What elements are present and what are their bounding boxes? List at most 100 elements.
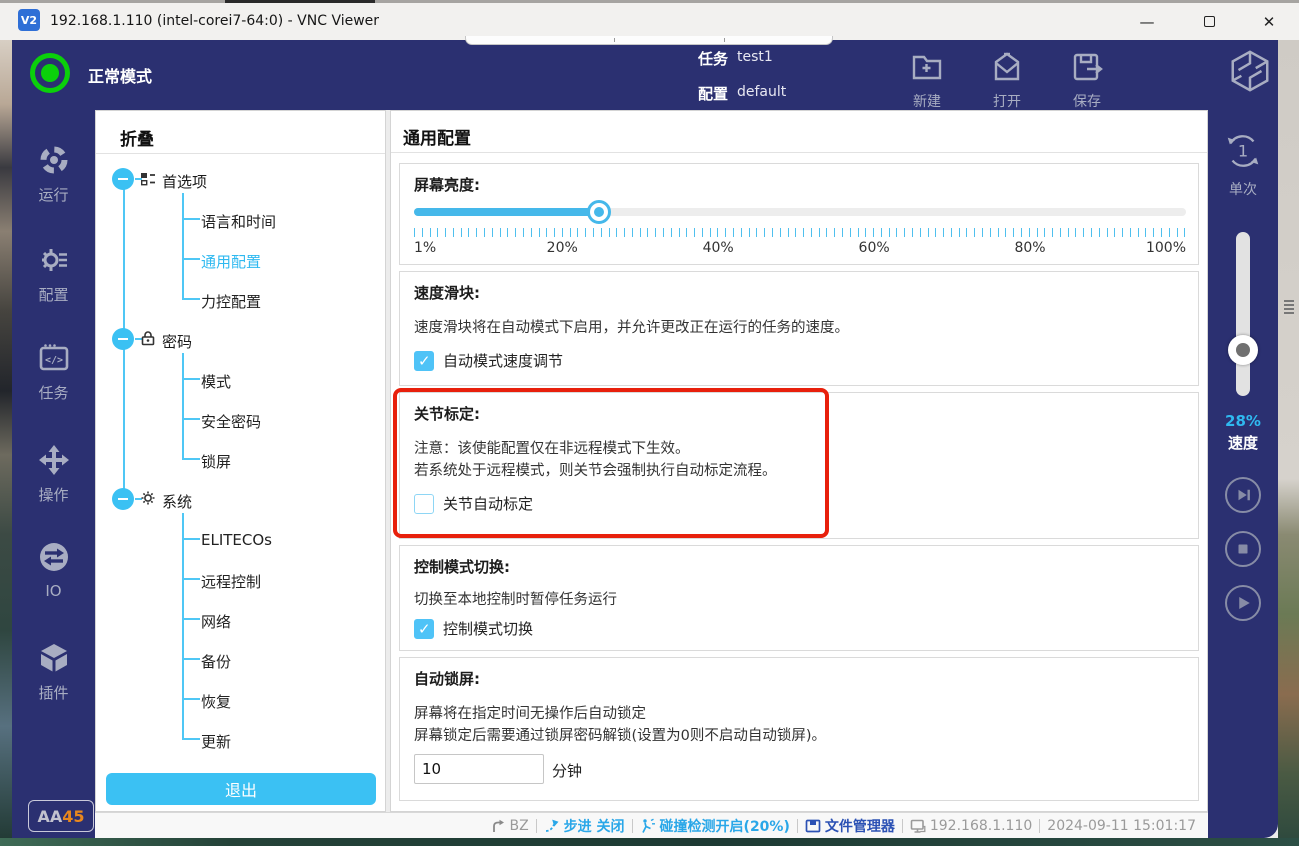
checkbox-label: 自动模式速度调节 (443, 350, 563, 371)
step-mode-label: 步进 关闭 (564, 816, 625, 836)
brightness-handle[interactable] (587, 200, 611, 224)
brightness-ticks (414, 228, 1186, 237)
tree-item-mode[interactable]: 模式 (201, 371, 231, 392)
speed-percent: 28% (1208, 412, 1278, 430)
tree-line (182, 458, 200, 460)
checkbox-icon[interactable] (414, 351, 434, 371)
tree-item-preferences[interactable]: 首选项 (162, 171, 207, 192)
titlebar[interactable]: V2 192.168.1.110 (intel-corei7-64:0) - V… (0, 3, 1299, 40)
mode-text: 正常模式 (88, 63, 152, 87)
tree-toggle-system[interactable] (112, 488, 134, 510)
file-manager-label: 文件管理器 (825, 816, 895, 836)
tree-line (182, 738, 200, 740)
minutes-unit-label: 分钟 (552, 760, 582, 781)
tree-line (182, 698, 200, 700)
speed-slider-vertical[interactable] (1236, 232, 1250, 396)
tree-item-network[interactable]: 网络 (201, 611, 231, 632)
sidebar-item-run[interactable]: 运行 (12, 144, 95, 205)
checkbox-icon[interactable] (414, 619, 434, 639)
tree-toggle-password[interactable] (112, 328, 134, 350)
step-mode-indicator[interactable]: 步进 关闭 (544, 816, 625, 836)
tree-item-language-time[interactable]: 语言和时间 (201, 211, 276, 232)
step-icon (544, 818, 560, 834)
single-cycle-label: 单次 (1229, 179, 1257, 199)
bz-icon (491, 819, 505, 833)
cube-icon (38, 642, 70, 678)
target-icon (38, 144, 70, 180)
sidebar-item-task[interactable]: </> 任务 (12, 342, 95, 403)
tree-item-force-config[interactable]: 力控配置 (201, 291, 261, 312)
sidebar-item-io[interactable]: IO (12, 540, 95, 600)
collision-icon (640, 818, 656, 834)
tree-item-general-config[interactable]: 通用配置 (201, 251, 261, 272)
step-run-button[interactable] (1225, 477, 1261, 513)
right-control-bar: 1 单次 28% 速度 (1208, 110, 1278, 838)
section-label: 速度滑块: (414, 282, 480, 303)
collision-detection-indicator[interactable]: 碰撞检测开启(20%) (640, 816, 790, 836)
separator (632, 819, 633, 833)
close-icon: ✕ (1263, 13, 1276, 31)
minimize-button[interactable]: — (1118, 3, 1176, 40)
brightness-slider[interactable] (414, 208, 1186, 216)
tree-toggle-preferences[interactable] (112, 168, 134, 190)
single-cycle-icon: 1 (1222, 130, 1264, 176)
vnc-app-icon: V2 (18, 9, 40, 31)
gear-list-icon (38, 244, 70, 280)
tree-item-update[interactable]: 更新 (201, 731, 231, 752)
sidebar-item-plugin[interactable]: 插件 (12, 642, 95, 703)
status-bar: BZ 步进 关闭 碰撞检测开启(20%) 文件管理器 192.168.1.110… (95, 812, 1208, 838)
tree-item-backup[interactable]: 备份 (201, 651, 231, 672)
single-cycle-button[interactable]: 1 单次 (1208, 130, 1278, 199)
tree-item-system[interactable]: 系统 (162, 491, 192, 512)
section-label: 屏幕亮度: (414, 174, 480, 195)
mode-indicator-icon[interactable] (30, 53, 70, 93)
bz-indicator[interactable]: BZ (491, 818, 528, 834)
checkbox-icon[interactable] (414, 494, 434, 514)
desktop-edge-right (1278, 40, 1299, 838)
sidebar-item-operate[interactable]: 操作 (12, 444, 95, 505)
auto-speed-checkbox-row[interactable]: 自动模式速度调节 (414, 350, 563, 371)
lock-minutes-input[interactable] (414, 754, 544, 784)
tree-item-elitecos[interactable]: ELITECOs (201, 531, 272, 549)
datetime: 2024-09-11 15:01:17 (1047, 818, 1196, 834)
tree-item-lock-screen[interactable]: 锁屏 (201, 451, 231, 472)
sidebar-label: IO (45, 582, 61, 600)
sidebar-label: 任务 (38, 382, 68, 403)
section-note-line1: 注意：该使能配置仅在非远程模式下生效。 (414, 437, 690, 458)
speed-label: 速度 (1208, 432, 1278, 453)
tree-collapse-button[interactable]: 折叠 (120, 125, 154, 150)
exit-button[interactable]: 退出 (106, 773, 376, 805)
close-button[interactable]: ✕ (1240, 3, 1298, 40)
robot-name-badge[interactable]: AA45 (28, 800, 94, 832)
control-mode-checkbox-row[interactable]: 控制模式切换 (414, 618, 533, 639)
config-value: default (737, 84, 786, 100)
speed-slider-handle[interactable] (1228, 335, 1258, 365)
sidebar-item-config[interactable]: 配置 (12, 244, 95, 305)
tree-line (182, 258, 200, 260)
section-control-mode: 控制模式切换: 切换至本地控制时暂停任务运行 控制模式切换 (399, 545, 1199, 651)
open-task-button[interactable]: 打开 (971, 50, 1043, 108)
vnc-toolbar-tab[interactable] (465, 36, 833, 45)
tree-item-safety-password[interactable]: 安全密码 (201, 411, 261, 432)
new-task-button[interactable]: 新建 (891, 50, 963, 108)
tree-item-remote-control[interactable]: 远程控制 (201, 571, 261, 592)
divider (96, 153, 385, 154)
file-manager-icon (805, 818, 821, 834)
stop-button[interactable] (1225, 531, 1261, 567)
joint-auto-calibration-checkbox-row[interactable]: 关节自动标定 (414, 493, 533, 514)
monitor-icon (910, 818, 926, 834)
open-file-icon (990, 50, 1024, 88)
maximize-button[interactable] (1180, 3, 1238, 40)
tick-label: 100% (1146, 240, 1186, 256)
section-auto-lock: 自动锁屏: 屏幕将在指定时间无操作后自动锁定 屏幕锁定后需要通过锁屏密码解锁(设… (399, 657, 1199, 801)
save-task-button[interactable]: 保存 (1051, 50, 1123, 108)
save-floppy-icon (1070, 50, 1104, 88)
file-manager-button[interactable]: 文件管理器 (805, 816, 895, 836)
robot-badge-prefix: AA (37, 807, 62, 826)
sidebar-label: 配置 (38, 284, 68, 305)
section-desc-line1: 屏幕将在指定时间无操作后自动锁定 (414, 702, 646, 723)
tree-item-restore[interactable]: 恢复 (201, 691, 231, 712)
code-window-icon: </> (38, 342, 70, 378)
tree-item-password[interactable]: 密码 (162, 331, 192, 352)
play-button[interactable] (1225, 585, 1261, 621)
